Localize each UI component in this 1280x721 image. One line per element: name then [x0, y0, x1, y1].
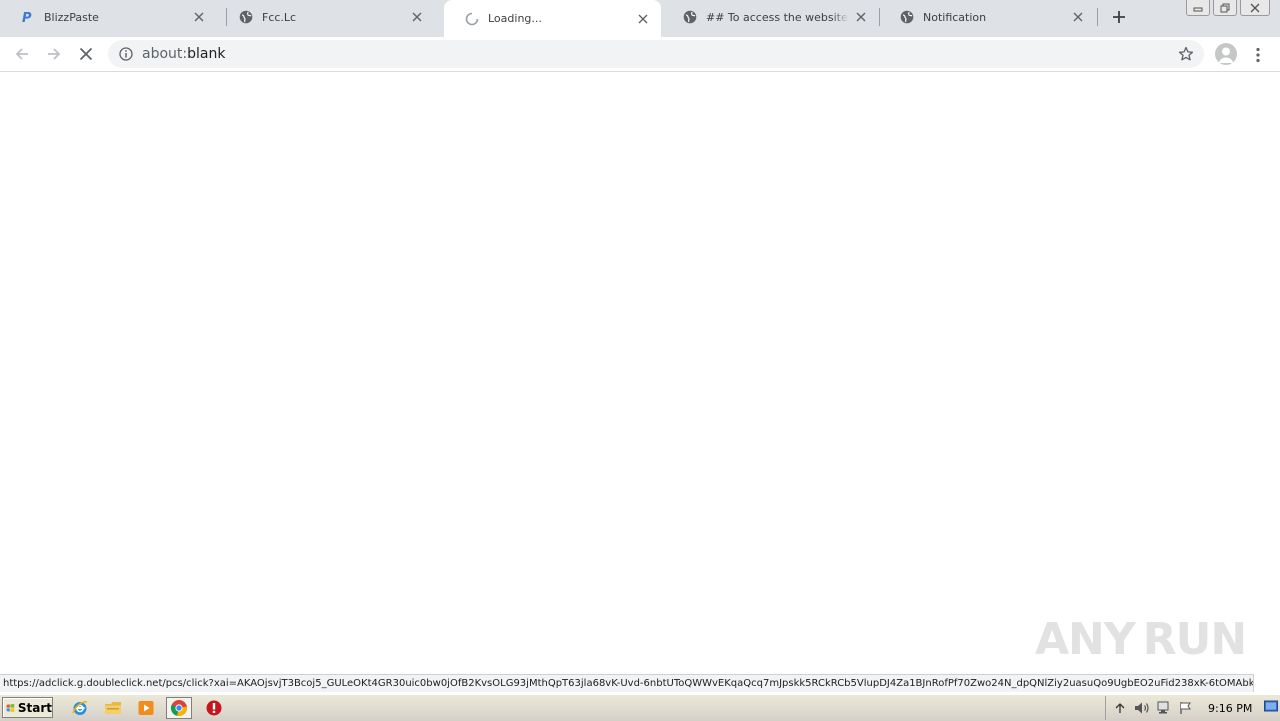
tab-title: ## To access the website click t: [706, 10, 849, 24]
restore-icon: [1220, 3, 1230, 12]
show-desktop-icon[interactable]: [1264, 698, 1278, 716]
close-tab-icon[interactable]: [853, 9, 869, 25]
watermark-right-text: RUN: [1142, 613, 1247, 665]
minimize-button[interactable]: [1186, 0, 1210, 16]
status-bubble: https://adclick.g.doubleclick.net/pcs/cl…: [0, 674, 1254, 692]
minimize-icon: [1193, 7, 1203, 11]
tab-title: Fcc.Lc: [262, 10, 297, 24]
network-icon[interactable]: [1156, 700, 1172, 716]
bookmark-star-icon[interactable]: [1176, 44, 1196, 64]
back-button[interactable]: [9, 41, 35, 67]
new-tab-button[interactable]: [1108, 6, 1130, 28]
system-tray: 9:16 PM: [1105, 696, 1280, 720]
tab-notification[interactable]: Notification: [879, 0, 1096, 34]
close-window-button[interactable]: [1240, 0, 1270, 16]
globe-icon: [682, 9, 698, 25]
tab-title: BlizzPaste: [44, 10, 99, 24]
windows-logo-icon: [6, 703, 15, 712]
arrow-right-icon: [48, 48, 61, 60]
tab-separator: [1097, 8, 1098, 26]
close-tab-icon[interactable]: [1070, 9, 1086, 25]
address-bar[interactable]: about:blank: [108, 40, 1204, 68]
internet-explorer-icon[interactable]: [70, 698, 90, 718]
start-label: Start: [17, 700, 52, 715]
page-content: [0, 72, 1280, 694]
tab-title: Notification: [923, 10, 987, 24]
file-explorer-icon[interactable]: [103, 698, 123, 718]
taskbar-clock[interactable]: 9:16 PM: [1208, 702, 1252, 715]
close-tab-icon[interactable]: [409, 9, 425, 25]
show-hidden-icons-icon[interactable]: [1112, 700, 1128, 716]
url-path: blank: [187, 46, 226, 62]
blizzpaste-icon: P: [20, 9, 36, 25]
restore-button[interactable]: [1213, 0, 1237, 16]
chrome-taskbar-icon[interactable]: [166, 697, 192, 719]
globe-icon: [238, 9, 254, 25]
svg-text:P: P: [22, 11, 32, 25]
volume-icon[interactable]: [1134, 700, 1150, 716]
window-controls: [1183, 0, 1270, 18]
tab-access-website[interactable]: ## To access the website click t: [662, 0, 879, 34]
security-alert-icon[interactable]: [204, 698, 224, 718]
close-icon: [1250, 3, 1260, 12]
action-center-flag-icon[interactable]: [1178, 700, 1194, 716]
start-button[interactable]: Start: [2, 697, 53, 718]
url-scheme: about:: [142, 46, 188, 62]
stop-loading-button[interactable]: [73, 41, 99, 67]
plus-icon: [1113, 11, 1125, 23]
loading-spinner-icon: [464, 11, 480, 27]
stop-x-icon: [79, 47, 93, 61]
info-icon[interactable]: [118, 46, 134, 62]
globe-icon: [899, 9, 915, 25]
profile-avatar-icon[interactable]: [1215, 43, 1237, 65]
tab-loading[interactable]: Loading...: [444, 0, 661, 37]
menu-dots-icon[interactable]: [1250, 45, 1266, 65]
tab-blizzpaste[interactable]: P BlizzPaste: [0, 0, 217, 34]
arrow-left-icon: [15, 48, 28, 60]
windows-taskbar: Start 9:16 PM: [0, 694, 1280, 721]
url-text: about:blank: [142, 46, 1176, 62]
close-tab-icon[interactable]: [635, 11, 651, 27]
media-player-icon[interactable]: [136, 698, 156, 718]
browser-toolbar: about:blank: [0, 37, 1280, 72]
watermark-left-text: ANY: [1035, 613, 1136, 665]
anyrun-watermark: ANY RUN: [1035, 606, 1247, 672]
tab-fcc-lc[interactable]: Fcc.Lc: [218, 0, 435, 34]
tab-strip: P BlizzPaste Fcc.Lc Loading... ## To acc…: [0, 0, 1280, 37]
forward-button[interactable]: [41, 41, 67, 67]
close-tab-icon[interactable]: [191, 9, 207, 25]
tab-title: Loading...: [488, 12, 542, 25]
